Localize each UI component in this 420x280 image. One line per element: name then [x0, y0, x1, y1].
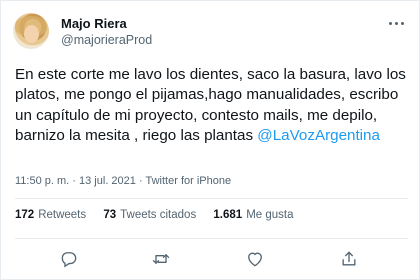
tweet-stats: 172 Retweets 73 Tweets citados 1.681 Me gus…: [15, 209, 308, 221]
tweet-card: Majo Riera @majorieraProd En este corte …: [0, 0, 420, 280]
quotes-stat[interactable]: 73 Tweets citados: [103, 209, 196, 221]
meta-separator: ·: [138, 175, 143, 187]
retweets-label: Retweets: [38, 209, 87, 221]
likes-stat[interactable]: 1.681 Me gusta: [213, 209, 293, 221]
mention-link[interactable]: @LaVozArgentina: [257, 127, 380, 144]
avatar-face: [24, 25, 39, 43]
author-handle[interactable]: @majorieraProd: [61, 33, 152, 47]
retweets-stat[interactable]: 172 Retweets: [15, 209, 86, 221]
divider: [15, 198, 408, 199]
tweet-time[interactable]: 11:50 p. m.: [15, 175, 69, 187]
quotes-label: Tweets citados: [120, 209, 197, 221]
author-name[interactable]: Majo Riera: [61, 16, 127, 31]
tweet-text: En este corte me lavo los dientes, saco …: [15, 65, 410, 147]
tweet-date[interactable]: 13 jul. 2021: [79, 175, 136, 187]
likes-label: Me gusta: [246, 209, 294, 221]
quotes-count: 73: [103, 209, 117, 221]
meta-separator: ·: [72, 175, 76, 187]
tweet-source[interactable]: Twitter for iPhone: [146, 175, 232, 187]
more-options-icon[interactable]: [383, 15, 409, 31]
action-bar: [1, 245, 420, 275]
likes-count: 1.681: [213, 209, 243, 221]
retweets-count: 172: [15, 209, 35, 221]
retweet-icon[interactable]: [151, 249, 171, 269]
share-icon[interactable]: [339, 249, 359, 269]
tweet-meta: 11:50 p. m. · 13 jul. 2021 · Twitter for…: [15, 175, 231, 187]
avatar[interactable]: [13, 13, 49, 49]
reply-icon[interactable]: [59, 249, 79, 269]
divider: [15, 238, 408, 239]
heart-icon[interactable]: [245, 249, 265, 269]
